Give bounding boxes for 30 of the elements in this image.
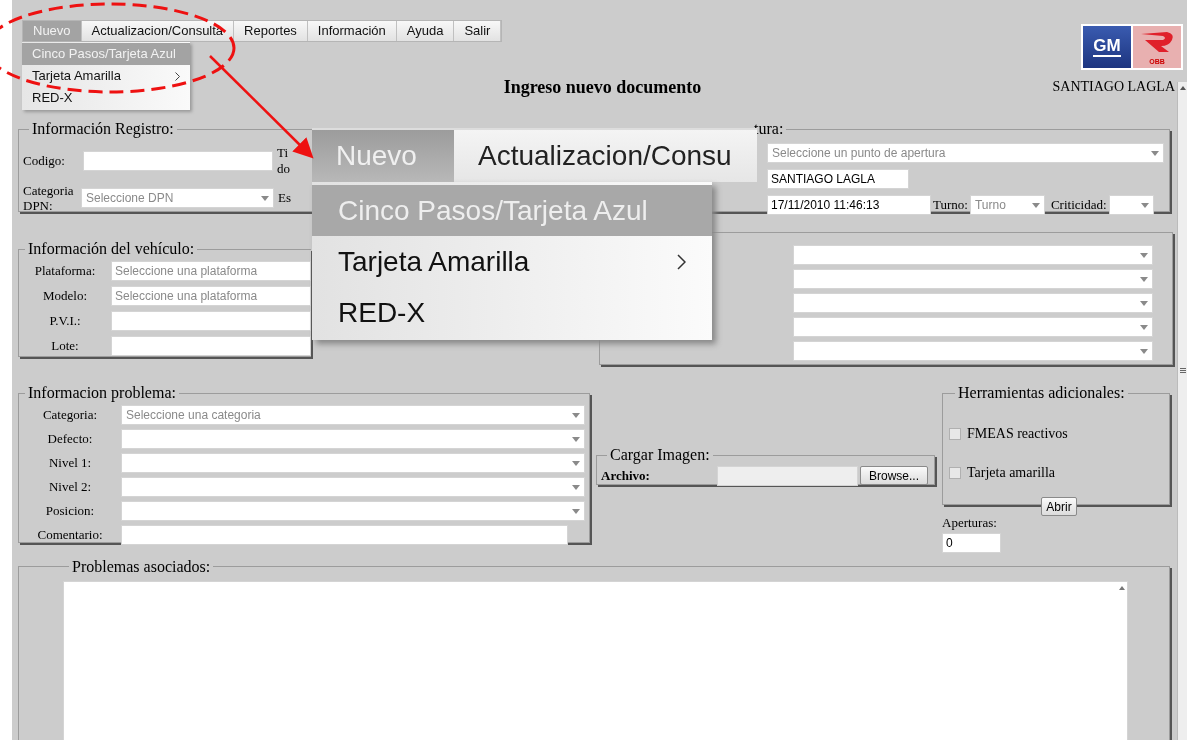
- field-label: FMEAS reactivos: [967, 425, 1068, 443]
- field-label: Nivel 2:: [48, 478, 92, 497]
- field-label: Comentario:: [37, 526, 103, 545]
- field-label: Codigo:: [23, 152, 66, 171]
- field-label: Posicion:: [45, 502, 95, 521]
- group-legend: Herramientas adicionales:: [955, 381, 1128, 405]
- field-label: Lote:: [51, 337, 79, 356]
- field-label: do: [277, 161, 290, 177]
- field-label: P.V.I.:: [49, 312, 81, 331]
- group-legend: Informacion problema:: [25, 381, 179, 405]
- field-label: Nivel 1:: [48, 454, 92, 473]
- page-title: Ingreso nuevo documento: [503, 77, 702, 97]
- field-label: Aperturas:: [942, 514, 998, 532]
- field-label: Tarjeta amarilla: [967, 464, 1056, 482]
- user-name: SANTIAGO LAGLA: [1052, 78, 1175, 96]
- group-legend: Cargar Imagen:: [607, 443, 713, 467]
- field-label: Ti: [277, 145, 290, 161]
- field-label: Criticidad:: [1050, 196, 1107, 215]
- field-label: Archivo:: [601, 466, 651, 485]
- field-label: Turno:: [933, 196, 968, 215]
- field-label: Es: [278, 189, 291, 208]
- field-label: Categoria DPN:: [23, 183, 75, 213]
- field-label: Plataforma:: [34, 262, 96, 281]
- group-legend: Información del vehículo:: [25, 238, 198, 261]
- group-legend: Información Registro:: [29, 117, 177, 141]
- group-legend: Problemas asociados:: [69, 554, 214, 579]
- logo-text: GM: [1093, 37, 1121, 57]
- field-label: Modelo:: [42, 287, 88, 306]
- field-label: Defecto:: [47, 430, 93, 449]
- field-label: Categoria:: [42, 406, 98, 425]
